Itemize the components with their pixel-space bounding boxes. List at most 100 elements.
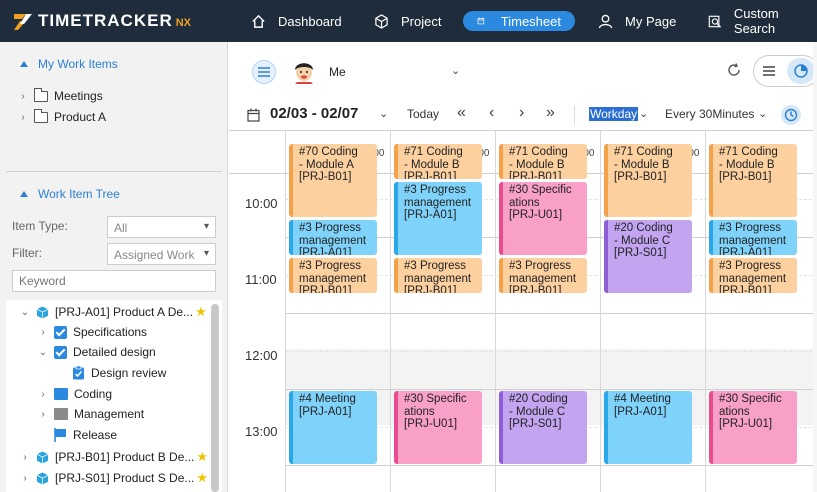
day-column-divider [600,173,601,492]
hour-gridline [285,389,817,390]
timesheet-entry[interactable]: #4 Meeting [PRJ-A01] [289,391,377,464]
workday-select[interactable]: Workday [589,107,639,121]
entry-project: [PRJ-B01] [299,285,352,293]
hamburger-icon [258,67,270,77]
clock-icon [784,108,798,122]
timesheet-entry[interactable]: #4 Meeting [PRJ-A01] [604,391,692,464]
nav-project[interactable]: Project [374,11,441,31]
interval-select[interactable]: Every 30Minutes [665,107,754,121]
my-work-item-label: Product A [54,110,107,124]
entry-project: [PRJ-U01] [719,418,773,430]
tree-scrollbar[interactable] [211,304,219,492]
timesheet-entry[interactable]: #30 Specific ations [PRJ-U01] [499,182,587,255]
sidebar: My Work Items › Meetings › Product A Wor… [0,42,228,492]
collapse-triangle-icon [20,191,28,197]
tree-item-coding[interactable]: › Coding [38,387,112,401]
cube-icon [375,13,388,29]
prev-week-icon[interactable]: « [457,104,466,122]
filter-label: Filter: [12,246,42,260]
timesheet-entry[interactable]: #3 Progress management [PRJ-A01] [289,220,377,255]
checked-folder-icon [54,345,67,359]
item-type-select[interactable]: All ▾ [107,216,216,238]
menu-toggle-button[interactable] [252,60,276,84]
entry-project: [PRJ-B01] [614,171,667,183]
tree-item-release[interactable]: Release [54,428,117,442]
tree-item-label: Design review [91,366,167,380]
entry-subtitle: [PRJ-A01] [614,405,667,418]
tree-item-prj-s01[interactable]: › [PRJ-S01] Product S De... ★ [20,470,208,486]
star-icon[interactable]: ★ [196,470,208,486]
main-scrollbar[interactable] [813,42,817,492]
tree-item-detailed-design[interactable]: ⌄ Detailed design [38,345,156,359]
avatar[interactable] [292,58,316,84]
refresh-icon[interactable] [726,62,742,78]
timesheet-entry[interactable]: #30 Specific ations [PRJ-U01] [709,391,797,464]
timesheet-entry[interactable]: #3 Progress management [PRJ-B01] [499,258,587,293]
nav-timesheet[interactable]: Timesheet [463,11,575,31]
timesheet-entry[interactable]: #20 Coding - Module C [PRJ-S01] [499,391,587,464]
next-day-icon[interactable]: › [519,104,524,122]
entry-project: [PRJ-A01] [299,247,352,255]
timesheet-entry[interactable]: #71 Coding - Module B [PRJ-B01] [604,144,692,217]
calendar-icon [477,17,485,25]
nav-my-page[interactable]: My Page [598,11,676,31]
timesheet-entry[interactable]: #71 Coding - Module B [PRJ-B01] [709,144,797,217]
chart-view-button[interactable] [787,58,815,84]
entry-title: #30 Specific [719,393,782,405]
home-icon [252,14,265,28]
entry-title: #4 Meeting [299,393,356,405]
chevron-down-icon[interactable]: ⌄ [639,107,648,120]
calendar-icon[interactable] [247,108,260,122]
timesheet-entry[interactable]: #71 Coding - Module B [PRJ-B01] [394,144,482,179]
nav-timesheet-label: Timesheet [500,13,561,29]
entry-project: [PRJ-B01] [509,285,562,293]
star-icon[interactable]: ★ [196,449,208,465]
product-cube-icon [36,450,49,464]
day-column-divider [285,173,286,492]
work-item-tree-title: Work Item Tree [38,187,120,201]
timesheet-entry[interactable]: #3 Progress management [PRJ-A01] [709,220,797,255]
my-work-item-meetings[interactable]: › Meetings [18,87,103,103]
timesheet-entry[interactable]: #70 Coding - Module A [PRJ-B01] [289,144,377,217]
hour-gridline [285,465,817,466]
next-week-icon[interactable]: » [546,104,555,122]
tree-item-design-review[interactable]: Design review [72,366,166,380]
day-column-divider [705,173,706,492]
collapse-triangle-icon [20,61,28,67]
entry-project: [PRJ-S01] [509,418,562,430]
user-name[interactable]: Me [329,65,346,79]
date-range[interactable]: 02/03 - 02/07 [270,105,358,122]
nav-dashboard[interactable]: Dashboard [251,11,342,31]
timesheet-entry[interactable]: #71 Coding - Module B [PRJ-B01] [499,144,587,179]
chevron-right-icon: › [21,111,25,123]
my-work-item-product-a[interactable]: › Product A [18,108,107,124]
timesheet-entry[interactable]: #3 Progress management [PRJ-B01] [709,258,797,293]
tree-item-specifications[interactable]: › Specifications [38,325,147,339]
nav-custom-search[interactable]: Custom Search [708,6,817,36]
today-button[interactable]: Today [407,107,439,121]
time-mode-button[interactable] [781,105,801,125]
chevron-down-icon[interactable]: ⌄ [758,107,767,120]
timesheet-entry[interactable]: #3 Progress management [PRJ-B01] [394,258,482,293]
timesheet-entry[interactable]: #30 Specific ations [PRJ-U01] [394,391,482,464]
filter-select[interactable]: Assigned Work ▾ [107,243,216,265]
timesheet-entry[interactable]: #3 Progress management [PRJ-B01] [289,258,377,293]
timesheet-entry[interactable]: #3 Progress management [PRJ-A01] [394,182,482,255]
tree-item-management[interactable]: › Management [38,407,144,421]
app-logo[interactable]: TIMETRACKER NX [12,10,191,32]
chevron-down-icon[interactable]: ⌄ [451,64,460,77]
tree-item-prj-b01[interactable]: › [PRJ-B01] Product B De... ★ [20,449,208,465]
time-label: 12:00 [245,348,278,363]
list-view-icon[interactable] [762,64,776,78]
prev-day-icon[interactable]: ‹ [489,104,494,122]
star-icon[interactable]: ★ [195,304,207,320]
chevron-down-icon[interactable]: ⌄ [379,107,388,120]
timesheet-entry[interactable]: #20 Coding - Module C [PRJ-S01] [604,220,692,293]
my-work-items-header[interactable]: My Work Items [20,57,118,71]
entry-project: [PRJ-U01] [509,209,563,221]
entry-project: [PRJ-B01] [299,171,352,183]
keyword-input[interactable] [12,270,216,292]
work-item-tree-header[interactable]: Work Item Tree [20,187,120,201]
tree-item-prj-a01[interactable]: ⌄ [PRJ-A01] Product A De... ★ [20,304,207,320]
time-label: 10:00 [245,196,278,211]
